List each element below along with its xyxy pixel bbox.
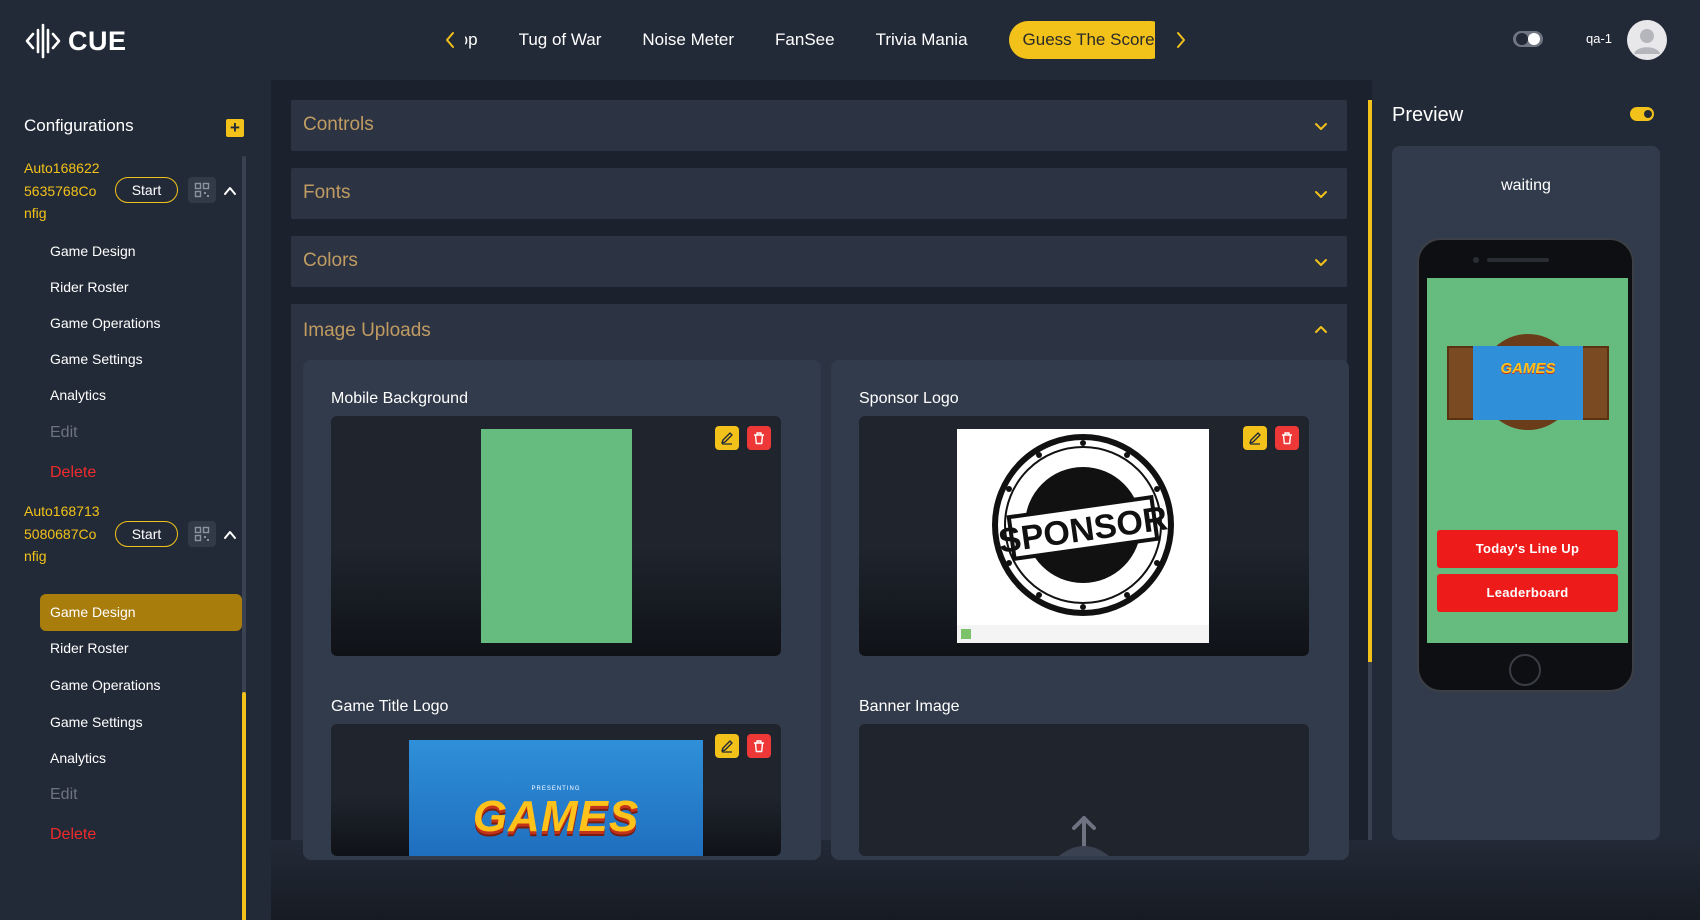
phone-screen: GAMES Today's Line Up Leaderboard <box>1427 278 1628 643</box>
trash-icon <box>1282 432 1292 445</box>
top-bar: CUE rop Tug of War Noise Meter FanSee Tr… <box>0 0 1700 80</box>
chevron-down-icon <box>1315 123 1327 130</box>
qr-code-icon[interactable] <box>188 177 216 203</box>
logo-text: CUE <box>68 25 127 56</box>
edit-image-button[interactable] <box>715 734 739 758</box>
banner-upload-dropzone[interactable] <box>859 724 1309 856</box>
sidebar-item-game-settings[interactable]: Game Settings <box>50 711 143 733</box>
delete-image-button[interactable] <box>1275 426 1299 450</box>
preview-status: waiting <box>1501 177 1551 194</box>
sidebar-heading: Configurations <box>24 116 134 135</box>
sidebar-item-game-operations[interactable]: Game Operations <box>50 674 161 696</box>
avatar[interactable] <box>1627 20 1667 60</box>
nav-prev-arrow-icon[interactable] <box>438 27 462 53</box>
sidebar-item-game-operations[interactable]: Game Operations <box>50 312 161 334</box>
start-button[interactable]: Start <box>115 521 178 547</box>
chevron-down-icon <box>1315 259 1327 266</box>
sidebar-item-game-design[interactable]: Game Design <box>50 240 136 262</box>
sidebar-item-analytics[interactable]: Analytics <box>50 384 106 406</box>
theme-toggle-icon[interactable] <box>1512 29 1544 49</box>
delete-link[interactable]: Delete <box>50 824 96 846</box>
game-nav-tabs: rop Tug of War Noise Meter FanSee Trivia… <box>465 20 1155 60</box>
todays-line-up-button[interactable]: Today's Line Up <box>1437 530 1618 568</box>
pencil-icon <box>721 432 733 445</box>
phone-speaker <box>1487 258 1549 262</box>
nav-tab-drop[interactable]: rop <box>465 20 478 60</box>
phone-mockup: GAMES Today's Line Up Leaderboard <box>1417 238 1634 692</box>
user-icon <box>1634 29 1660 54</box>
configurations-sidebar: Configurations + Auto168622 5635768Co nf… <box>0 80 271 920</box>
pencil-icon <box>721 740 733 753</box>
sidebar-item-game-design[interactable]: Game Design <box>50 601 136 623</box>
section-fonts[interactable]: Fonts <box>291 168 1347 219</box>
start-button[interactable]: Start <box>115 177 178 203</box>
add-configuration-icon[interactable]: + <box>226 119 244 137</box>
chevron-up-icon[interactable] <box>1313 322 1329 338</box>
delete-image-button[interactable] <box>747 426 771 450</box>
upload-label: Sponsor Logo <box>859 390 959 407</box>
app-logo[interactable]: CUE <box>24 22 127 60</box>
qr-code-icon[interactable] <box>188 521 216 547</box>
phone-home-button <box>1509 654 1541 686</box>
section-title[interactable]: Image Uploads <box>303 320 431 342</box>
upload-label: Banner Image <box>859 698 960 715</box>
user-name: qa-1 <box>1586 31 1613 46</box>
upload-label: Mobile Background <box>331 390 468 407</box>
chevron-down-icon <box>1315 191 1327 198</box>
sidebar-scrollbar-thumb[interactable] <box>242 692 246 920</box>
section-colors[interactable]: Colors <box>291 236 1347 287</box>
edit-link[interactable]: Edit <box>50 784 78 806</box>
collapse-chevron-up-icon[interactable] <box>222 527 238 543</box>
image-preview-frame[interactable] <box>331 416 781 656</box>
sidebar-scrollbar[interactable] <box>242 156 246 920</box>
mobile-background-image <box>481 429 632 643</box>
image-preview-frame[interactable]: PRESENTING GAMES <box>331 724 781 856</box>
nav-tab-trivia-mania[interactable]: Trivia Mania <box>876 20 968 60</box>
trash-icon <box>754 432 764 445</box>
image-preview-frame[interactable]: SPONSOR <box>859 416 1309 656</box>
section-image-uploads: Image Uploads Mobile Background Game Tit… <box>291 304 1349 860</box>
sidebar-item-analytics[interactable]: Analytics <box>50 747 106 769</box>
preview-toggle[interactable] <box>1630 107 1654 121</box>
pencil-icon <box>1249 432 1261 445</box>
nav-next-arrow-icon[interactable] <box>1169 27 1193 53</box>
config-name[interactable]: Auto168713 5080687Co nfig <box>24 500 112 568</box>
main-scrollbar-thumb[interactable] <box>1368 100 1372 662</box>
edit-image-button[interactable] <box>715 426 739 450</box>
edit-image-button[interactable] <box>1243 426 1267 450</box>
section-controls[interactable]: Controls <box>291 100 1347 151</box>
preview-title: Preview <box>1392 104 1464 126</box>
section-title: Colors <box>303 250 358 271</box>
delete-link[interactable]: Delete <box>50 462 96 484</box>
leaderboard-button[interactable]: Leaderboard <box>1437 574 1618 612</box>
nav-tab-guess-the-score[interactable]: Guess The Score <box>1008 21 1155 59</box>
trash-icon <box>754 740 764 753</box>
section-title: Fonts <box>303 182 351 203</box>
phone-camera <box>1473 257 1479 263</box>
config-name[interactable]: Auto168622 5635768Co nfig <box>24 157 112 225</box>
sidebar-item-rider-roster[interactable]: Rider Roster <box>50 276 129 298</box>
sidebar-item-rider-roster[interactable]: Rider Roster <box>50 637 129 659</box>
section-title: Controls <box>303 114 374 135</box>
upload-arrow-icon <box>1059 816 1109 856</box>
nav-tab-fansee[interactable]: FanSee <box>775 20 835 60</box>
game-title-image: PRESENTING GAMES <box>409 740 703 856</box>
delete-image-button[interactable] <box>747 734 771 758</box>
nav-tab-noise-meter[interactable]: Noise Meter <box>642 20 734 60</box>
logo-waveform-icon <box>25 23 61 59</box>
upload-card-mobile-background: Mobile Background Game Title Logo PRESEN… <box>303 360 821 860</box>
sidebar-item-game-settings[interactable]: Game Settings <box>50 348 143 370</box>
upload-label: Game Title Logo <box>331 698 449 715</box>
edit-link[interactable]: Edit <box>50 422 78 444</box>
upload-card-sponsor-logo: Sponsor Logo SPONSOR Banner Image <box>831 360 1349 860</box>
sponsor-logo-image: SPONSOR <box>957 429 1209 643</box>
nav-tab-tug-of-war[interactable]: Tug of War <box>519 20 602 60</box>
collapse-chevron-up-icon[interactable] <box>222 183 238 199</box>
